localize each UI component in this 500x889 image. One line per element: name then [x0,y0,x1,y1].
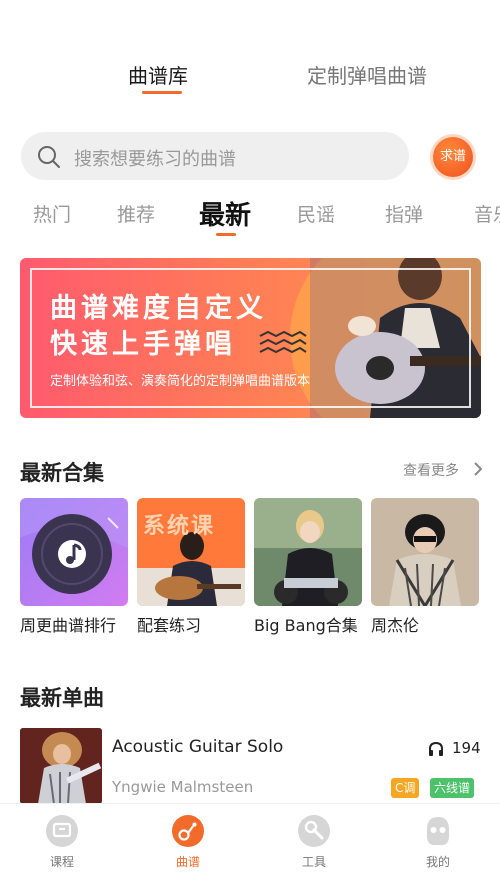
nav-label: 工具 [301,855,326,869]
category-active-indicator [216,233,236,236]
nav-score[interactable]: 曲谱 [158,814,218,870]
song-title: Acoustic Guitar Solo [112,737,284,757]
collection-cover: 系统课 [137,498,245,606]
collection-cover [371,498,479,606]
nav-course[interactable]: 课程 [32,814,92,870]
tab-custom-scores[interactable]: 定制弹唱曲谱 [307,60,427,89]
top-tab-bar: 曲谱库 定制弹唱曲谱 [0,56,500,106]
tab-folk[interactable]: 民谣 [297,200,335,227]
collection-cover [20,498,128,606]
collection-cover-label: 系统课 [143,514,216,539]
profile-icon [427,817,449,845]
tab-music[interactable]: 音乐 [474,200,500,227]
category-tabs: 热门 推荐 最新 民谣 指弹 音乐 [0,190,500,240]
tools-icon [298,815,330,847]
tab-score-library[interactable]: 曲谱库 [128,60,188,89]
song-row[interactable]: Acoustic Guitar Solo Yngwie Malmsteen 19… [20,728,481,808]
tab-fingerstyle[interactable]: 指弹 [385,200,423,227]
collection-name: 周更曲谱排行 [20,616,117,635]
collection-card[interactable]: 周更曲谱排行 [20,498,128,638]
search-placeholder: 搜索想要练习的曲谱 [74,149,236,170]
collection-name: 周杰伦 [371,616,420,635]
chevron-right-icon[interactable] [472,461,484,477]
see-more-link[interactable]: 查看更多 [403,460,459,480]
song-cover [20,728,102,804]
search-input[interactable]: 搜索想要练习的曲谱 [21,132,409,180]
headphones-icon [429,741,443,756]
tab-recommended[interactable]: 推荐 [117,200,155,227]
collection-name: Big Bang合集 [254,616,358,635]
search-icon [38,146,60,168]
album-cover-image [20,728,102,804]
nav-tools[interactable]: 工具 [284,814,344,870]
waves-icon [259,330,307,354]
collection-name: 配套练习 [137,616,202,635]
nav-label: 曲谱 [175,855,200,869]
tab-latest[interactable]: 最新 [199,195,251,232]
vinyl-record-icon [20,498,128,606]
active-tab-indicator [142,91,182,94]
collection-card[interactable]: 系统课 配套练习 [137,498,245,638]
banner-subtitle: 定制体验和弦、演奏简化的定制弹唱曲谱版本 [50,374,311,389]
tab-hot[interactable]: 热门 [33,200,71,227]
score-icon [172,815,204,847]
play-count: 194 [452,739,481,757]
promo-banner[interactable]: 曲谱难度自定义 快速上手弹唱 定制体验和弦、演奏简化的定制弹唱曲谱版本 [20,258,481,418]
nav-label: 我的 [425,855,450,869]
artist-photo [254,498,362,606]
collection-cover [254,498,362,606]
collection-card[interactable]: 周杰伦 [371,498,479,638]
song-artist: Yngwie Malmsteen [112,778,254,796]
course-icon [46,815,78,847]
collections-title: 最新合集 [20,461,104,485]
singles-title: 最新单曲 [20,686,104,710]
nav-profile[interactable]: 我的 [408,814,468,870]
key-badge: C调 [391,778,420,798]
score-type-badge: 六线谱 [430,778,475,798]
banner-title-line1: 曲谱难度自定义 [50,293,267,324]
banner-title-line2: 快速上手弹唱 [50,329,236,360]
artist-photo [371,498,479,606]
request-score-button[interactable]: 求谱 [433,137,473,177]
bottom-navigation: 课程 曲谱 工具 我的 [0,803,500,889]
nav-label: 课程 [49,855,74,869]
collection-card[interactable]: Big Bang合集 [254,498,362,638]
